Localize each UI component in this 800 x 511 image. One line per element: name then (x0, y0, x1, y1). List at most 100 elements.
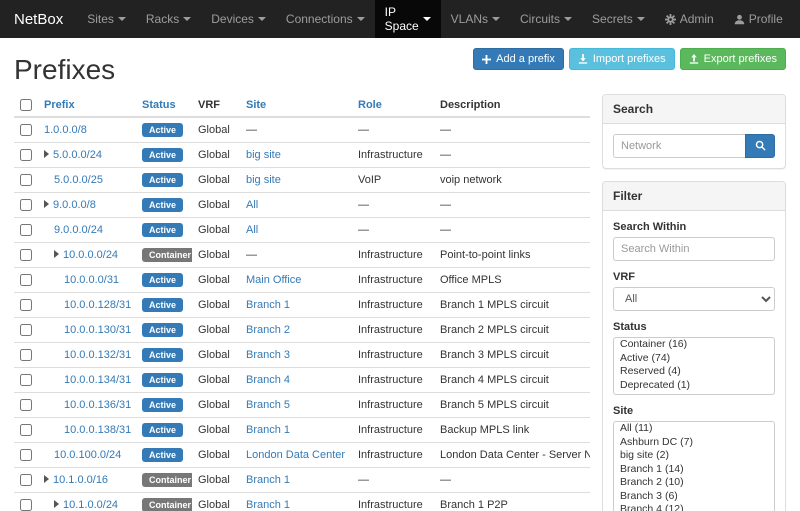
row-checkbox[interactable] (20, 249, 32, 261)
row-checkbox[interactable] (20, 174, 32, 186)
search-button[interactable] (745, 134, 775, 158)
row-checkbox[interactable] (20, 299, 32, 311)
expand-caret-icon[interactable] (44, 150, 49, 158)
row-checkbox[interactable] (20, 499, 32, 511)
row-checkbox[interactable] (20, 424, 32, 436)
search-within-label: Search Within (613, 221, 775, 233)
prefix-cell: 10.0.0.0/31 (38, 268, 136, 293)
status-badge: Container (142, 473, 192, 487)
nav-admin-link[interactable]: Admin (655, 0, 724, 38)
nav-item-vlans[interactable]: VLANs (441, 0, 510, 38)
status-filter-option[interactable]: Deprecated (1) (614, 379, 774, 393)
site-filter-option[interactable]: All (11) (614, 422, 774, 436)
site-filter-option[interactable]: Branch 2 (10) (614, 476, 774, 490)
nav-item-devices[interactable]: Devices (201, 0, 276, 38)
description-cell: — (434, 143, 590, 168)
prefix-link[interactable]: 10.0.0.0/24 (63, 249, 118, 261)
row-checkbox[interactable] (20, 449, 32, 461)
column-header-prefix[interactable]: Prefix (38, 94, 136, 117)
expand-caret-icon[interactable] (54, 500, 59, 508)
row-checkbox[interactable] (20, 124, 32, 136)
prefix-link[interactable]: 10.0.0.0/31 (64, 274, 119, 286)
brand[interactable]: NetBox (10, 0, 77, 38)
vrf-select[interactable]: All (613, 287, 775, 311)
prefix-link[interactable]: 10.0.0.136/31 (64, 399, 131, 411)
status-filter-list[interactable]: Container (16)Active (74)Reserved (4)Dep… (613, 337, 775, 395)
row-checkbox[interactable] (20, 149, 32, 161)
nav-log-out-link[interactable]: Log out (793, 0, 800, 38)
prefix-link[interactable]: 10.0.100.0/24 (54, 449, 121, 461)
prefix-link[interactable]: 10.0.0.130/31 (64, 324, 131, 336)
prefix-link[interactable]: 1.0.0.0/8 (44, 124, 87, 136)
prefix-link[interactable]: 10.0.0.128/31 (64, 299, 131, 311)
prefix-link[interactable]: 5.0.0.0/25 (54, 174, 103, 186)
site-link[interactable]: Branch 5 (246, 399, 290, 411)
status-filter-option[interactable]: Active (74) (614, 352, 774, 366)
prefix-link[interactable]: 9.0.0.0/24 (54, 224, 103, 236)
prefix-link[interactable]: 9.0.0.0/8 (53, 199, 96, 211)
role-cell: Infrastructure (352, 368, 434, 393)
site-link[interactable]: Branch 2 (246, 324, 290, 336)
nav-item-circuits[interactable]: Circuits (510, 0, 582, 38)
site-link[interactable]: Branch 1 (246, 424, 290, 436)
column-header-role[interactable]: Role (352, 94, 434, 117)
column-header-status[interactable]: Status (136, 94, 192, 117)
site-link[interactable]: London Data Center (246, 449, 345, 461)
site-link[interactable]: Branch 3 (246, 349, 290, 361)
site-filter-option[interactable]: Branch 4 (12) (614, 503, 774, 511)
row-checkbox[interactable] (20, 224, 32, 236)
status-filter-option[interactable]: Container (16) (614, 338, 774, 352)
site-link[interactable]: big site (246, 174, 281, 186)
prefix-link[interactable]: 10.1.0.0/24 (63, 499, 118, 511)
site-link[interactable]: Branch 1 (246, 299, 290, 311)
site-filter-option[interactable]: Ashburn DC (7) (614, 436, 774, 450)
site-filter-option[interactable]: Branch 1 (14) (614, 463, 774, 477)
site-link[interactable]: All (246, 199, 258, 211)
prefix-link[interactable]: 5.0.0.0/24 (53, 149, 102, 161)
column-header-site[interactable]: Site (240, 94, 352, 117)
nav-item-secrets[interactable]: Secrets (582, 0, 655, 38)
chevron-down-icon (258, 17, 266, 21)
expand-caret-icon[interactable] (54, 250, 59, 258)
search-input[interactable] (613, 134, 745, 158)
search-within-input[interactable] (613, 237, 775, 261)
site-filter-option[interactable]: Branch 3 (6) (614, 490, 774, 504)
add-a-prefix-button[interactable]: Add a prefix (473, 48, 564, 70)
site-filter-list[interactable]: All (11)Ashburn DC (7)big site (2)Branch… (613, 421, 775, 511)
prefix-link[interactable]: 10.0.0.138/31 (64, 424, 131, 436)
row-checkbox[interactable] (20, 349, 32, 361)
status-badge: Active (142, 348, 183, 362)
site-filter-option[interactable]: big site (2) (614, 449, 774, 463)
row-checkbox[interactable] (20, 199, 32, 211)
nav-item-connections[interactable]: Connections (276, 0, 375, 38)
site-link[interactable]: Main Office (246, 274, 301, 286)
row-checkbox[interactable] (20, 474, 32, 486)
nav-item-label: Devices (211, 12, 254, 26)
description-cell: Branch 1 MPLS circuit (434, 293, 590, 318)
prefixes-table: PrefixStatusVRFSiteRoleDescription 1.0.0… (14, 94, 590, 511)
site-link[interactable]: Branch 1 (246, 499, 290, 511)
site-link[interactable]: Branch 4 (246, 374, 290, 386)
site-link[interactable]: big site (246, 149, 281, 161)
prefix-link[interactable]: 10.1.0.0/16 (53, 474, 108, 486)
row-checkbox[interactable] (20, 374, 32, 386)
status-filter-option[interactable]: Reserved (4) (614, 365, 774, 379)
nav-profile-link[interactable]: Profile (724, 0, 793, 38)
table-row: 10.0.0.132/31ActiveGlobalBranch 3Infrast… (14, 343, 590, 368)
select-all-checkbox[interactable] (20, 99, 32, 111)
site-link[interactable]: Branch 1 (246, 474, 290, 486)
expand-caret-icon[interactable] (44, 475, 49, 483)
site-link[interactable]: All (246, 224, 258, 236)
prefix-link[interactable]: 10.0.0.132/31 (64, 349, 131, 361)
prefix-link[interactable]: 10.0.0.134/31 (64, 374, 131, 386)
import-prefixes-button[interactable]: Import prefixes (569, 48, 675, 70)
nav-item-racks[interactable]: Racks (136, 0, 201, 38)
row-checkbox[interactable] (20, 274, 32, 286)
export-prefixes-button[interactable]: Export prefixes (680, 48, 786, 70)
nav-item-sites[interactable]: Sites (77, 0, 136, 38)
row-checkbox[interactable] (20, 324, 32, 336)
row-checkbox[interactable] (20, 399, 32, 411)
nav-item-ip-space[interactable]: IP Space (375, 0, 441, 38)
expand-caret-icon[interactable] (44, 200, 49, 208)
prefix-cell: 9.0.0.0/8 (38, 193, 136, 218)
